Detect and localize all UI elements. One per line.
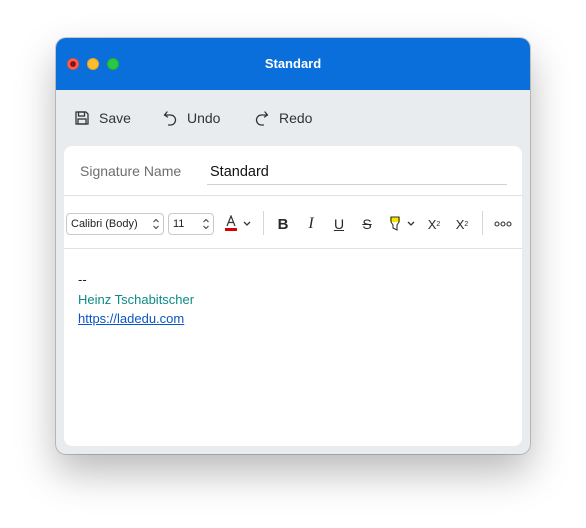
signature-body-editor[interactable]: -- Heinz Tschabitscher https://ladedu.co… <box>78 270 194 329</box>
stepper-chevrons-icon <box>152 217 160 234</box>
save-label: Save <box>99 110 131 126</box>
signature-card: Signature Name Calibri (Body) 11 <box>64 146 522 446</box>
signature-editor-window: Standard Save Undo Redo Signature Name S… <box>56 38 530 454</box>
font-family-select[interactable]: Calibri (Body) <box>66 213 164 235</box>
redo-label: Redo <box>279 110 313 126</box>
separator <box>263 211 264 235</box>
signature-name-row: Signature Name <box>64 146 522 196</box>
font-color-icon[interactable] <box>221 214 241 234</box>
undo-label: Undo <box>187 110 221 126</box>
signature-name-input[interactable] <box>207 159 507 185</box>
toolbar: Save Undo Redo <box>56 90 530 146</box>
font-color-dropdown-icon[interactable] <box>240 214 254 234</box>
highlight-dropdown-icon[interactable] <box>404 214 418 234</box>
stepper-chevrons-icon <box>202 217 210 234</box>
redo-icon <box>254 110 270 126</box>
more-options-icon[interactable] <box>492 214 514 234</box>
undo-icon <box>162 110 178 126</box>
strikethrough-icon[interactable]: S <box>357 214 377 234</box>
highlight-icon[interactable] <box>385 214 405 234</box>
separator <box>482 211 483 235</box>
signature-link[interactable]: https://ladedu.com <box>78 311 184 326</box>
format-toolbar: Calibri (Body) 11 B I U S X 2 X 2 <box>64 197 522 249</box>
undo-button[interactable]: Undo <box>162 107 220 129</box>
font-family-value: Calibri (Body) <box>71 218 138 230</box>
signature-name-label: Signature Name <box>80 163 182 179</box>
subscript-icon[interactable]: X2 <box>452 214 472 234</box>
save-button[interactable]: Save <box>74 107 131 129</box>
font-size-value: 11 <box>173 218 185 230</box>
superscript-icon[interactable]: X2 <box>424 214 444 234</box>
save-icon <box>74 110 90 126</box>
font-size-select[interactable]: 11 <box>168 213 214 235</box>
redo-button[interactable]: Redo <box>254 107 312 129</box>
underline-icon[interactable]: U <box>329 214 349 234</box>
signature-name-text: Heinz Tschabitscher <box>78 291 195 307</box>
bold-icon[interactable]: B <box>273 214 293 234</box>
italic-icon[interactable]: I <box>301 214 321 234</box>
signature-separator-line: -- <box>78 272 87 287</box>
title-bar: Standard <box>56 38 530 90</box>
window-title: Standard <box>264 56 322 71</box>
